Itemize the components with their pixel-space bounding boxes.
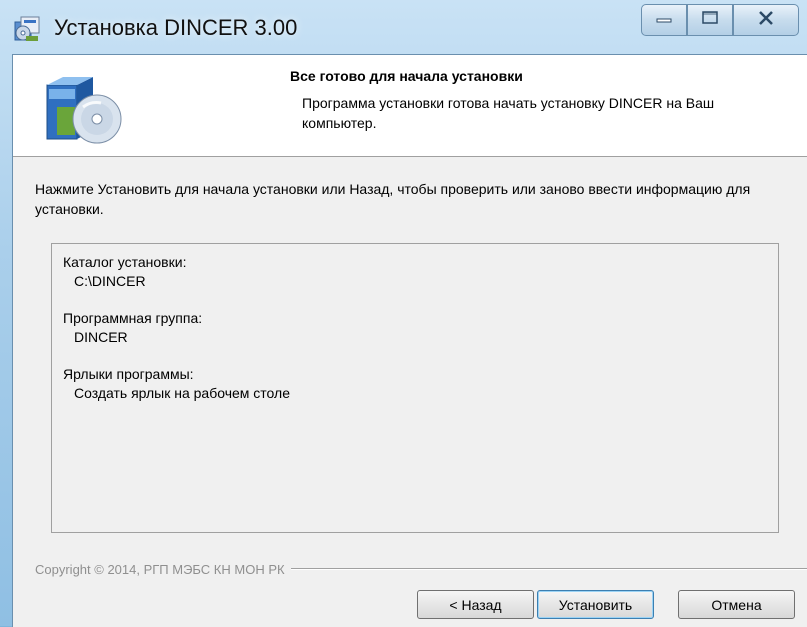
maximize-icon <box>701 10 719 30</box>
back-button[interactable]: < Назад <box>417 590 534 619</box>
title-bar[interactable]: Установка DINCER 3.00 <box>0 0 807 54</box>
dialog-client-area: Все готово для начала установки Программ… <box>12 54 807 627</box>
intro-text: Нажмите Установить для начала установки … <box>35 181 751 217</box>
copyright-row: Copyright © 2014, РГП МЭБС КН МОН РК <box>35 560 807 578</box>
wizard-header: Все готово для начала установки Программ… <box>13 55 807 157</box>
copyright-text: Copyright © 2014, РГП МЭБС КН МОН РК <box>35 561 285 577</box>
software-box-cd-icon <box>35 67 125 145</box>
close-icon <box>756 10 776 31</box>
install-dir-value: C:\DINCER <box>74 273 146 289</box>
installer-window: Установка DINCER 3.00 Все готово для нач… <box>0 0 807 627</box>
window-title: Установка DINCER 3.00 <box>54 15 298 40</box>
caption-buttons <box>641 4 799 38</box>
install-summary-box[interactable]: Каталог установки: C:\DINCER Программная… <box>51 243 779 533</box>
separator <box>290 568 807 570</box>
minimize-icon <box>655 11 673 29</box>
program-group-value: DINCER <box>74 329 128 345</box>
summary-program-group: Программная группа: DINCER <box>63 309 778 347</box>
shortcuts-value: Создать ярлык на рабочем столе <box>74 385 290 401</box>
install-dir-label: Каталог установки: <box>63 254 187 270</box>
installer-box-icon <box>12 12 44 44</box>
header-subtitle: Программа установки готова начать устано… <box>302 95 715 131</box>
shortcuts-label: Ярлыки программы: <box>63 366 194 382</box>
program-group-label: Программная группа: <box>63 310 203 326</box>
install-button[interactable]: Установить <box>537 590 654 619</box>
cancel-button[interactable]: Отмена <box>678 590 795 619</box>
summary-shortcuts: Ярлыки программы: Создать ярлык на рабоч… <box>63 365 778 403</box>
minimize-button[interactable] <box>641 4 687 36</box>
maximize-button[interactable] <box>687 4 733 36</box>
summary-install-dir: Каталог установки: C:\DINCER <box>63 253 778 291</box>
close-button[interactable] <box>733 4 799 36</box>
header-title: Все готово для начала установки <box>290 68 523 84</box>
